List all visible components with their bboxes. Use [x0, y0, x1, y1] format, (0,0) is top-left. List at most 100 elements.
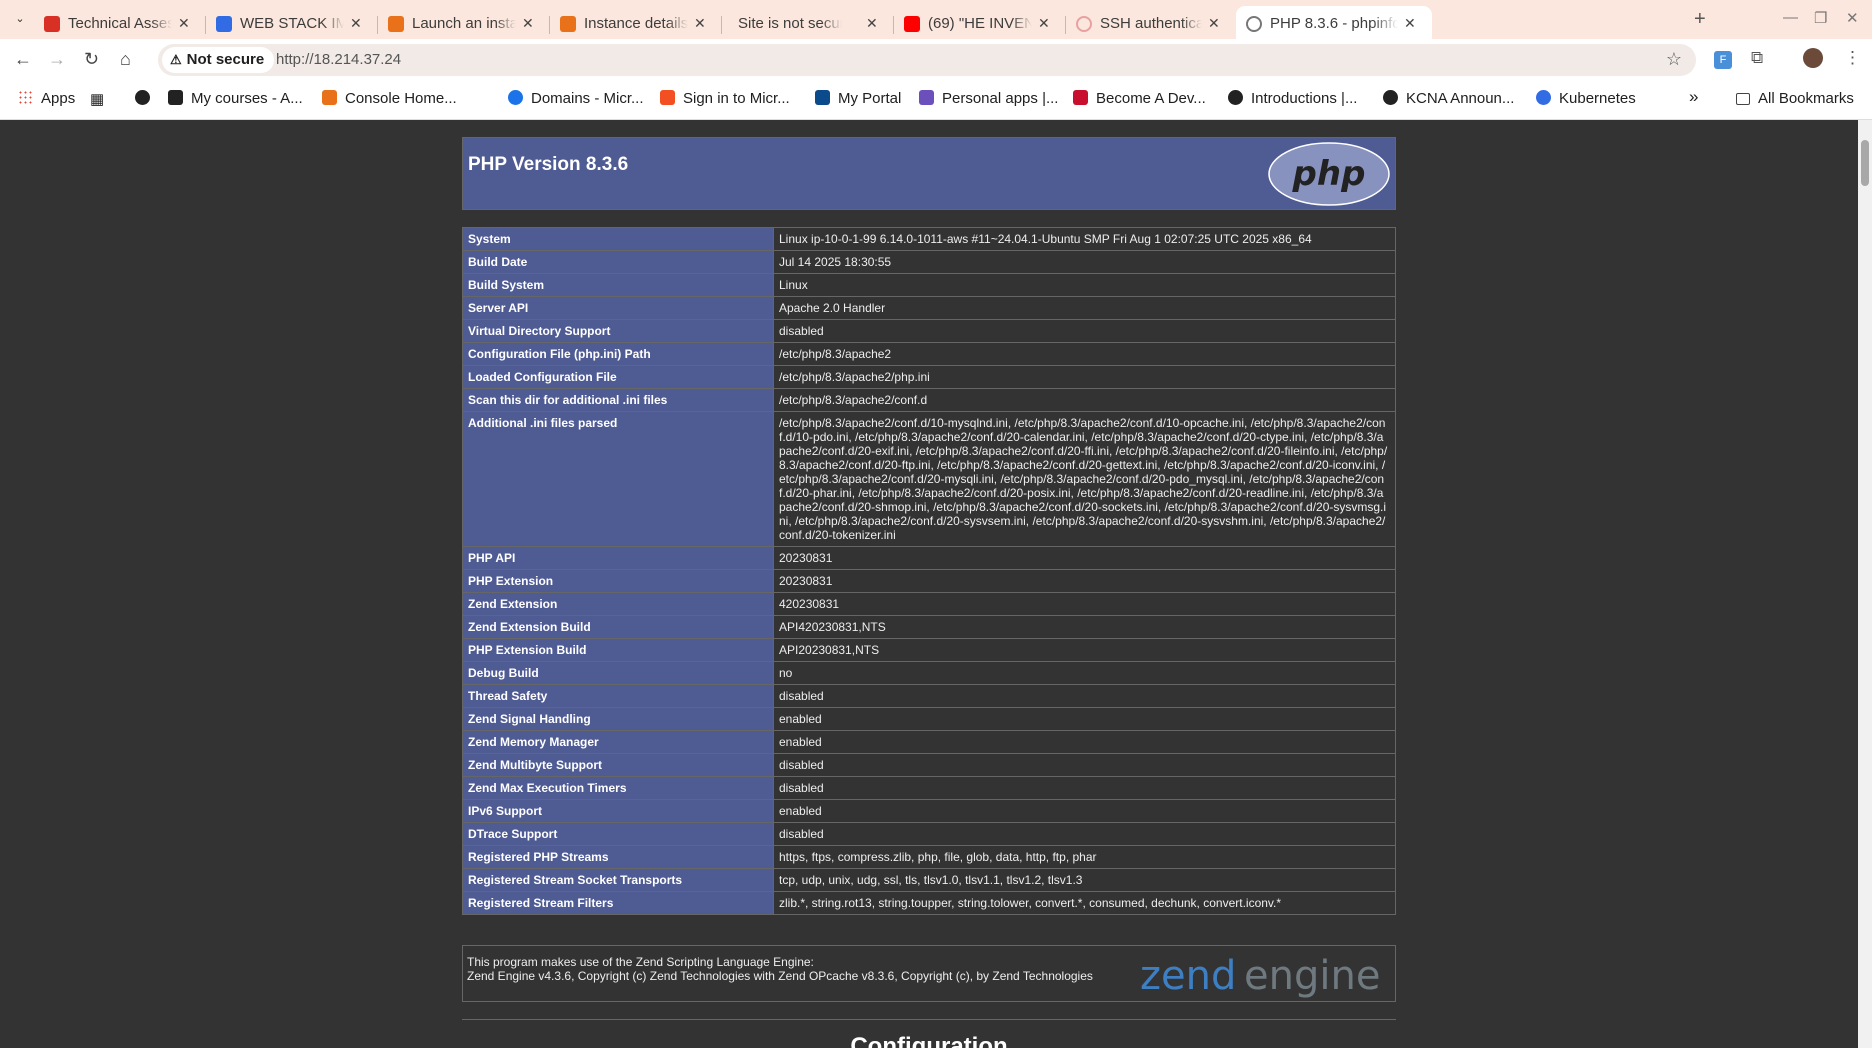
bookmark-item[interactable]: Become A Dev... — [1073, 90, 1206, 107]
table-row: Zend Max Execution Timers disabled — [462, 776, 1396, 800]
security-chip[interactable]: ⚠ Not secure — [162, 47, 275, 73]
new-tab-button[interactable]: + — [1694, 8, 1706, 31]
tab-6[interactable]: (69) "HE INVENTED ✕ — [894, 6, 1066, 39]
scrollbar-thumb[interactable] — [1861, 140, 1869, 186]
row-value: Jul 14 2025 18:30:55 — [773, 250, 1396, 274]
table-row: Thread Safety disabled — [462, 684, 1396, 708]
row-value: /etc/php/8.3/apache2/conf.d/10-mysqlnd.i… — [773, 411, 1396, 547]
forward-icon[interactable]: → — [48, 49, 66, 70]
close-window-icon[interactable]: ✕ — [1846, 9, 1859, 27]
bookmark-item[interactable]: KCNA Announ... — [1383, 90, 1514, 107]
svg-text:engine: engine — [1244, 953, 1380, 999]
svg-text:php: php — [1292, 154, 1366, 194]
row-key: Server API — [462, 296, 774, 320]
row-value: disabled — [773, 753, 1396, 777]
minimize-icon[interactable]: — — [1783, 9, 1798, 26]
zend-engine-box: This program makes use of the Zend Scrip… — [462, 945, 1396, 1002]
restore-icon[interactable]: ❐ — [1814, 9, 1827, 27]
row-key: Zend Signal Handling — [462, 707, 774, 731]
bookmark-label: Become A Dev... — [1096, 90, 1206, 107]
row-value: /etc/php/8.3/apache2/php.ini — [773, 365, 1396, 389]
bookmark-item[interactable]: Introductions |... — [1228, 90, 1357, 107]
close-tab-icon[interactable]: ✕ — [694, 15, 706, 32]
bookmark-label: KCNA Announ... — [1406, 90, 1515, 107]
table-row: Debug Build no — [462, 661, 1396, 685]
row-key: Build System — [462, 273, 774, 297]
tab-1[interactable]: Technical Assessmen ✕ — [34, 6, 206, 39]
menu-kebab-icon[interactable]: ⋮ — [1844, 48, 1861, 68]
profile-avatar[interactable] — [1803, 48, 1823, 73]
row-key: Build Date — [462, 250, 774, 274]
table-row: Server API Apache 2.0 Handler — [462, 296, 1396, 320]
extension-icon[interactable]: F — [1714, 48, 1732, 69]
tab-title: (69) "HE INVENTED — [928, 15, 1032, 32]
home-icon[interactable]: ⌂ — [120, 49, 131, 70]
bookmark-item[interactable]: Personal apps |... — [919, 90, 1058, 107]
bookmark-item[interactable]: Sign in to Micr... — [660, 90, 790, 107]
close-tab-icon[interactable]: ✕ — [866, 15, 878, 32]
all-bookmarks-folder[interactable]: All Bookmarks — [1736, 90, 1854, 107]
tab-groups-icon[interactable]: ▦ — [90, 90, 104, 108]
bookmark-item[interactable]: My courses - A... — [168, 90, 303, 107]
bookmark-star-icon[interactable]: ☆ — [1666, 49, 1682, 70]
bookmark-item[interactable]: My Portal — [815, 90, 901, 107]
github-icon — [1383, 90, 1398, 105]
kubernetes-icon — [216, 16, 232, 32]
divider — [462, 1019, 1396, 1020]
row-value: tcp, udp, unix, udg, ssl, tls, tlsv1.0, … — [773, 868, 1396, 892]
row-value: API20230831,NTS — [773, 638, 1396, 662]
microsoft-icon — [660, 90, 675, 105]
tab-3[interactable]: Launch an instance ✕ — [378, 6, 550, 39]
row-key: Virtual Directory Support — [462, 319, 774, 343]
more-bookmarks-chevron-icon[interactable]: » — [1689, 87, 1698, 107]
kubernetes-icon — [1536, 90, 1551, 105]
bookmark-label: My Portal — [838, 90, 902, 107]
row-value: disabled — [773, 822, 1396, 846]
table-row: Zend Extension 420230831 — [462, 592, 1396, 616]
address-bar[interactable]: ⚠ Not secure http://18.214.37.24 ☆ — [158, 44, 1696, 76]
row-value: disabled — [773, 776, 1396, 800]
tab-title: SSH authentication — [1100, 15, 1202, 32]
row-value: Apache 2.0 Handler — [773, 296, 1396, 320]
bookmark-item[interactable]: Kubernetes — [1536, 90, 1636, 107]
page-title: PHP Version 8.3.6 — [468, 154, 629, 175]
close-tab-icon[interactable]: ✕ — [1208, 15, 1220, 32]
tab-8[interactable]: PHP 8.3.6 - phpinfo() ✕ — [1236, 6, 1432, 39]
all-bookmarks-label: All Bookmarks — [1758, 90, 1854, 107]
tab-title: Instance details | EC — [584, 15, 688, 32]
table-row: Additional .ini files parsed/etc/php/8.3… — [462, 411, 1396, 547]
tab-7[interactable]: SSH authentication ✕ — [1066, 6, 1236, 39]
close-tab-icon[interactable]: ✕ — [350, 15, 362, 32]
table-row: PHP Extension Build API20230831,NTS — [462, 638, 1396, 662]
bookmark-globe-icon[interactable] — [135, 90, 158, 107]
row-value: no — [773, 661, 1396, 685]
bookmarks-bar: Apps ▦ My courses - A... Console Home... D… — [0, 81, 1872, 120]
bookmark-item[interactable]: Domains - Micr... — [508, 90, 644, 107]
tab-search-icon[interactable]: ⌄ — [10, 9, 30, 29]
back-icon[interactable]: ← — [14, 49, 32, 70]
row-key: System — [462, 227, 774, 251]
page-scrollbar[interactable] — [1858, 120, 1872, 1048]
row-key: IPv6 Support — [462, 799, 774, 823]
bookmark-item[interactable]: Console Home... — [322, 90, 457, 107]
close-tab-icon[interactable]: ✕ — [178, 15, 190, 32]
tab-2[interactable]: WEB STACK IMPLEME ✕ — [206, 6, 378, 39]
tab-5[interactable]: Site is not secure ✕ — [722, 6, 894, 39]
tab-4[interactable]: Instance details | EC ✕ — [550, 6, 722, 39]
bookmark-apps[interactable]: Apps — [18, 90, 75, 107]
url-text[interactable]: http://18.214.37.24 — [276, 51, 401, 68]
row-value: enabled — [773, 730, 1396, 754]
extensions-puzzle-icon[interactable]: ⧉ — [1751, 48, 1763, 68]
tab-title: Technical Assessmen — [68, 15, 172, 32]
loading-icon — [1076, 16, 1092, 32]
table-row: PHP Extension 20230831 — [462, 569, 1396, 593]
row-key: DTrace Support — [462, 822, 774, 846]
row-value: enabled — [773, 707, 1396, 731]
reload-icon[interactable]: ↻ — [84, 49, 99, 70]
row-value: disabled — [773, 684, 1396, 708]
close-tab-icon[interactable]: ✕ — [1038, 15, 1050, 32]
row-key: Registered Stream Socket Transports — [462, 868, 774, 892]
table-row: Registered PHP Streams https, ftps, compr… — [462, 845, 1396, 869]
close-tab-icon[interactable]: ✕ — [1404, 15, 1416, 32]
close-tab-icon[interactable]: ✕ — [522, 15, 534, 32]
